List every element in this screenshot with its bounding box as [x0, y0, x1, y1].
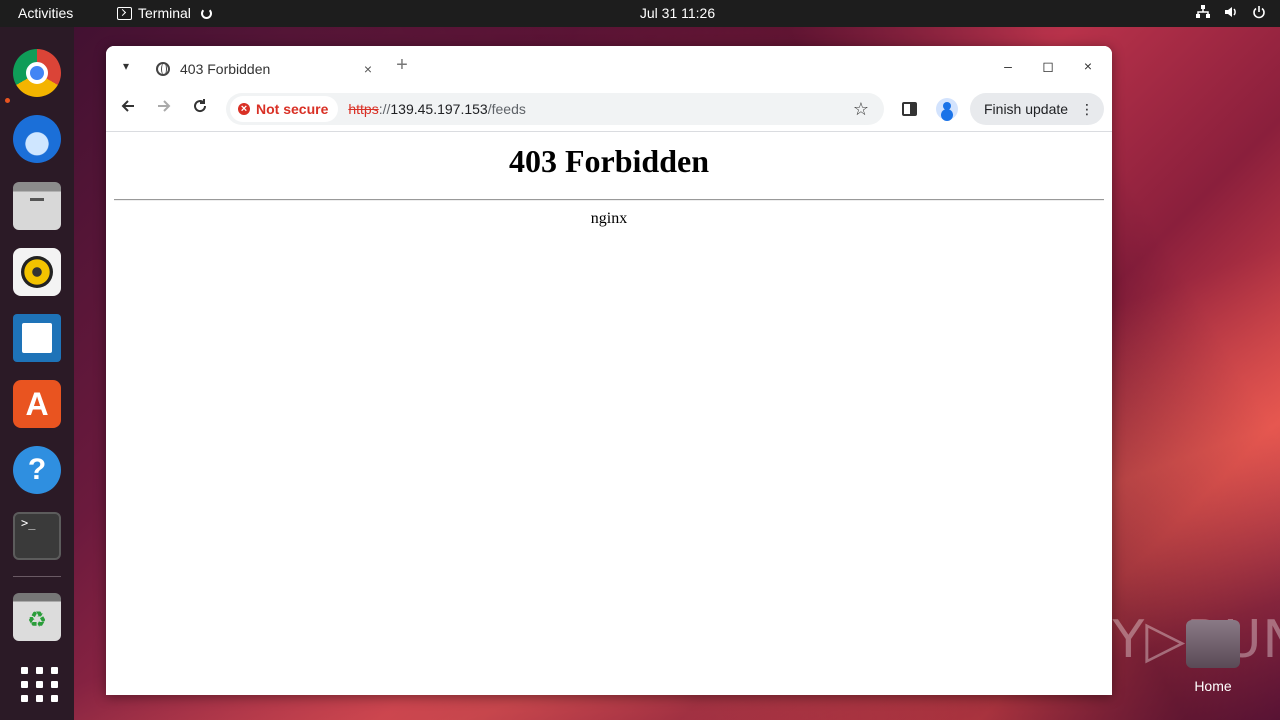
globe-icon: [156, 62, 170, 76]
tab-search-icon[interactable]: ▾: [116, 56, 136, 76]
chrome-icon[interactable]: [13, 49, 61, 97]
maximize-button[interactable]: ◻: [1038, 56, 1058, 76]
help-icon[interactable]: [13, 446, 61, 494]
not-secure-icon: [238, 103, 250, 115]
url-text[interactable]: https://139.45.197.153/feeds: [348, 101, 526, 117]
top-bar: Activities Terminal Jul 31 11:26: [0, 0, 1280, 27]
browser-toolbar: Not secure https://139.45.197.153/feeds …: [106, 86, 1112, 132]
address-bar[interactable]: Not secure https://139.45.197.153/feeds: [226, 93, 884, 125]
side-panel-icon[interactable]: [902, 102, 917, 116]
trash-icon[interactable]: [13, 593, 61, 641]
app-center-icon[interactable]: [13, 380, 61, 428]
profile-avatar-icon[interactable]: [936, 98, 958, 120]
back-button[interactable]: [117, 98, 139, 120]
dock: [0, 27, 74, 720]
url-separator: ://: [378, 101, 391, 117]
url-host: 139.45.197.153: [390, 101, 488, 117]
show-apps-icon[interactable]: [13, 659, 61, 707]
files-icon[interactable]: [13, 182, 61, 230]
url-path: /feeds: [487, 101, 526, 117]
server-name: nginx: [590, 210, 628, 227]
tab-active[interactable]: 403 Forbidden ×: [146, 52, 386, 86]
close-window-button[interactable]: ×: [1078, 56, 1098, 76]
forward-button[interactable]: [153, 98, 175, 120]
terminal-dock-icon[interactable]: [13, 512, 61, 560]
page-title: 403 Forbidden: [508, 143, 710, 179]
power-icon: [1252, 5, 1266, 19]
divider: [114, 199, 1104, 201]
network-icon: [1196, 5, 1210, 19]
new-tab-button[interactable]: +: [390, 54, 414, 77]
reload-button[interactable]: [189, 98, 211, 120]
minimize-button[interactable]: –: [998, 56, 1018, 76]
finish-update-label: Finish update: [984, 101, 1069, 117]
clock[interactable]: Jul 31 11:26: [0, 5, 1280, 21]
bookmark-star-icon[interactable]: ☆: [850, 98, 872, 120]
tab-strip: ▾ 403 Forbidden × + – ◻ ×: [106, 46, 1112, 86]
thunderbird-icon[interactable]: [13, 115, 61, 163]
running-indicator: [5, 98, 10, 103]
writer-icon[interactable]: [13, 314, 61, 362]
volume-icon: [1224, 5, 1238, 19]
browser-window: ▾ 403 Forbidden × + – ◻ × Not secure htt…: [106, 46, 1112, 695]
system-tray[interactable]: [1196, 5, 1266, 19]
home-folder-label[interactable]: Home: [1180, 678, 1246, 694]
more-menu-icon[interactable]: ⋮: [1080, 102, 1094, 116]
not-secure-label: Not secure: [256, 101, 329, 117]
tab-title: 403 Forbidden: [180, 61, 271, 77]
page-content: 403 Forbidden nginx: [106, 133, 1112, 695]
rhythmbox-icon[interactable]: [13, 248, 61, 296]
tab-close-icon[interactable]: ×: [360, 61, 376, 77]
dock-separator: [13, 576, 61, 577]
home-folder-icon[interactable]: [1186, 620, 1240, 668]
security-chip[interactable]: Not secure: [230, 96, 339, 122]
url-scheme: https: [348, 101, 379, 117]
watermark-logo: ANY▷RUN: [1036, 610, 1280, 670]
finish-update-button[interactable]: Finish update ⋮: [970, 93, 1104, 125]
